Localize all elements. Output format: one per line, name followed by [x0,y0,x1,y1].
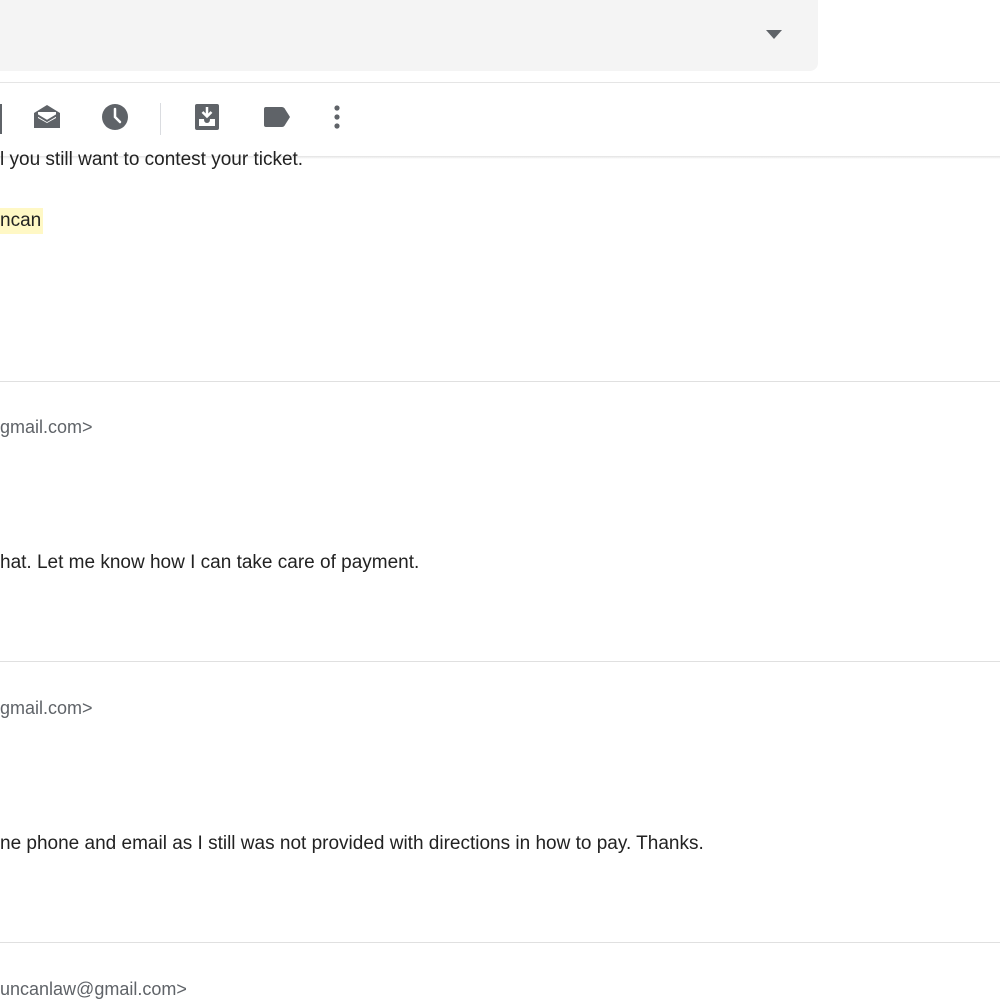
message-body: ne phone and email as I still was not pr… [0,833,704,854]
move-to-button[interactable] [189,101,225,137]
snooze-button[interactable] [97,101,133,137]
sender-email: gmail.com> [0,698,93,718]
move-to-inbox-icon [191,101,223,138]
message-divider [0,942,1000,943]
envelope-open-icon [31,101,63,138]
sender-email: gmail.com> [0,417,93,437]
toolbar-separator [160,103,161,135]
search-bar[interactable] [0,0,818,71]
thread-toolbar [0,83,1000,156]
message-signature: ncan [0,208,44,234]
toolbar-partial-icon-edge [0,104,2,134]
highlighted-name: ncan [0,208,44,234]
message-body-line: l you still want to contest your ticket. [0,149,304,170]
label-icon [260,101,292,138]
more-options-button[interactable] [319,101,355,137]
email-thread-view: l you still want to contest your ticket.… [0,0,1000,1000]
message-divider [0,661,1000,662]
message-divider [0,381,1000,382]
more-vert-icon [321,101,353,138]
clock-icon [99,101,131,138]
mark-unread-button[interactable] [29,101,65,137]
labels-button[interactable] [258,101,294,137]
sender-email: uncanlaw@gmail.com> [0,979,187,999]
search-options-button[interactable] [758,20,790,48]
caret-down-icon [758,20,790,48]
message-body: hat. Let me know how I can take care of … [0,552,420,573]
